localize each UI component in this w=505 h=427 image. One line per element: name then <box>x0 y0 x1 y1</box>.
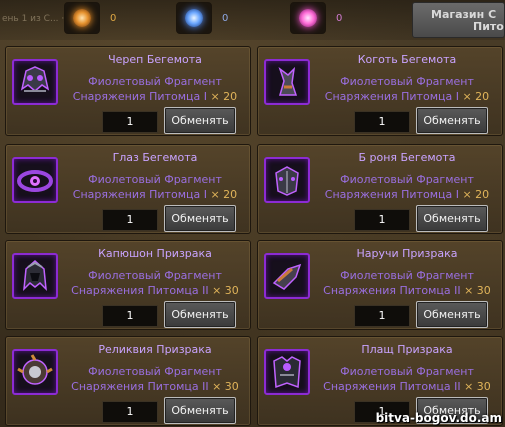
quantity-input[interactable]: 1 <box>102 305 158 327</box>
cost-line-2: Снаряжения Питомца I × 20 <box>62 187 248 202</box>
item-name: Череп Бегемота <box>108 53 202 66</box>
quantity-input[interactable]: 1 <box>102 111 158 133</box>
cost-line-1: Фиолетовый Фрагмент <box>88 365 222 378</box>
cost-line-1: Фиолетовый Фрагмент <box>340 173 474 186</box>
quantity-input[interactable]: 1 <box>354 111 410 133</box>
currency-blue: 0 <box>176 2 228 34</box>
quantity-input[interactable]: 1 <box>354 305 410 327</box>
armor-icon[interactable] <box>264 157 310 203</box>
cost-multiplier: × 30 <box>212 380 239 393</box>
quantity-input[interactable]: 1 <box>354 209 410 231</box>
relic-icon[interactable] <box>12 349 58 395</box>
cost-line-1: Фиолетовый Фрагмент <box>88 269 222 282</box>
shop-item-card: Капюшон Призрака Фиолетовый Фрагмент Снаря… <box>5 240 251 330</box>
cost-line-2: Снаряжения Питомца I × 20 <box>314 89 500 104</box>
item-name: Коготь Бегемота <box>357 53 457 66</box>
shop-item-card: Б роня Бегемота Фиолетовый Фрагмент Снаряж… <box>257 144 503 234</box>
cost-multiplier: × 30 <box>464 284 491 297</box>
fragment-type: Снаряжения Питомца I <box>324 188 459 201</box>
cost-multiplier: × 30 <box>212 284 239 297</box>
fragment-type: Снаряжения Питомца I <box>72 90 207 103</box>
exchange-button[interactable]: Обменять <box>416 107 488 134</box>
cost-multiplier: × 20 <box>210 90 238 103</box>
currency-orange: 0 <box>64 2 116 34</box>
cost-line-2: Снаряжения Питомца II × 30 <box>62 379 248 394</box>
item-cost: Фиолетовый Фрагмент Снаряжения Питомца II… <box>62 268 248 298</box>
pink-crystal-icon <box>290 2 326 34</box>
fragment-type: Снаряжения Питомца I <box>72 188 207 201</box>
cost-line-2: Снаряжения Питомца II × 30 <box>62 283 248 298</box>
cost-line-1: Фиолетовый Фрагмент <box>340 75 474 88</box>
exchange-button[interactable]: Обменять <box>164 205 236 232</box>
item-name: Реликвия Призрака <box>98 343 212 356</box>
cost-multiplier: × 20 <box>210 188 238 201</box>
shop-item-card: Глаз Бегемота Фиолетовый Фрагмент Снаряжен… <box>5 144 251 234</box>
exchange-button[interactable]: Обменять <box>416 205 488 232</box>
item-name: Капюшон Призрака <box>98 247 212 260</box>
orange-crystal-icon <box>64 2 100 34</box>
bracers-icon[interactable] <box>264 253 310 299</box>
currency-count: 0 <box>110 12 117 24</box>
exchange-button[interactable]: Обменять <box>164 107 236 134</box>
item-name: Б роня Бегемота <box>358 151 456 164</box>
item-cost: Фиолетовый Фрагмент Снаряжения Питомца I … <box>62 74 248 104</box>
tab-label-line2: Пито <box>473 20 504 33</box>
currency-count: 0 <box>222 12 229 24</box>
item-cost: Фиолетовый Фрагмент Снаряжения Питомца I … <box>62 172 248 202</box>
cost-line-2: Снаряжения Питомца I × 20 <box>62 89 248 104</box>
fragment-type: Снаряжения Питомца I <box>324 90 459 103</box>
shop-item-card: Череп Бегемота Фиолетовый Фрагмент Снаряже… <box>5 46 251 136</box>
eye-collar-icon[interactable] <box>12 157 58 203</box>
cost-line-1: Фиолетовый Фрагмент <box>88 173 222 186</box>
item-cost: Фиолетовый Фрагмент Снаряжения Питомца II… <box>62 364 248 394</box>
item-name: Плащ Призрака <box>361 343 453 356</box>
cost-line-1: Фиолетовый Фрагмент <box>88 75 222 88</box>
exchange-button[interactable]: Обменять <box>164 301 236 328</box>
cost-line-2: Снаряжения Питомца I × 20 <box>314 187 500 202</box>
cost-line-2: Снаряжения Питомца II × 30 <box>314 379 500 394</box>
exchange-button[interactable]: Обменять <box>416 301 488 328</box>
fragment-type: Снаряжения Питомца II <box>323 380 461 393</box>
cost-line-2: Снаряжения Питомца II × 30 <box>314 283 500 298</box>
item-cost: Фиолетовый Фрагмент Снаряжения Питомца II… <box>314 268 500 298</box>
cost-multiplier: × 20 <box>462 90 490 103</box>
item-cost: Фиолетовый Фрагмент Снаряжения Питомца II… <box>314 364 500 394</box>
quantity-input[interactable]: 1 <box>102 209 158 231</box>
item-cost: Фиолетовый Фрагмент Снаряжения Питомца I … <box>314 74 500 104</box>
item-cost: Фиолетовый Фрагмент Снаряжения Питомца I … <box>314 172 500 202</box>
fragment-type: Снаряжения Питомца II <box>71 380 209 393</box>
cost-line-1: Фиолетовый Фрагмент <box>340 269 474 282</box>
blue-crystal-icon <box>176 2 212 34</box>
exchange-button[interactable]: Обменять <box>164 397 236 424</box>
cost-multiplier: × 20 <box>462 188 490 201</box>
tab-pet-shop[interactable]: Магазин С Пито <box>412 2 505 38</box>
quantity-input[interactable]: 1 <box>102 401 158 423</box>
fragment-type: Снаряжения Питомца II <box>71 284 209 297</box>
hood-icon[interactable] <box>12 253 58 299</box>
cost-multiplier: × 30 <box>464 380 491 393</box>
shop-item-card: Реликвия Призрака Фиолетовый Фрагмент Снар… <box>5 336 251 426</box>
item-name: Глаз Бегемота <box>112 151 198 164</box>
cloak-icon[interactable] <box>264 349 310 395</box>
currency-bar: ень 1 из С... · ... 1 0 0 0 Магазин С Пи… <box>0 0 505 40</box>
currency-count: 0 <box>336 12 343 24</box>
fragment-type: Снаряжения Питомца II <box>323 284 461 297</box>
skull-helmet-icon[interactable] <box>12 59 58 105</box>
shop-item-card: Коготь Бегемота Фиолетовый Фрагмент Снаряж… <box>257 46 503 136</box>
watermark: bitva-bogov.do.am <box>375 411 502 425</box>
item-name: Наручи Призрака <box>356 247 458 260</box>
currency-pink: 0 <box>290 2 342 34</box>
claw-icon[interactable] <box>264 59 310 105</box>
shop-item-card: Наручи Призрака Фиолетовый Фрагмент Снаряж… <box>257 240 503 330</box>
cost-line-1: Фиолетовый Фрагмент <box>340 365 474 378</box>
